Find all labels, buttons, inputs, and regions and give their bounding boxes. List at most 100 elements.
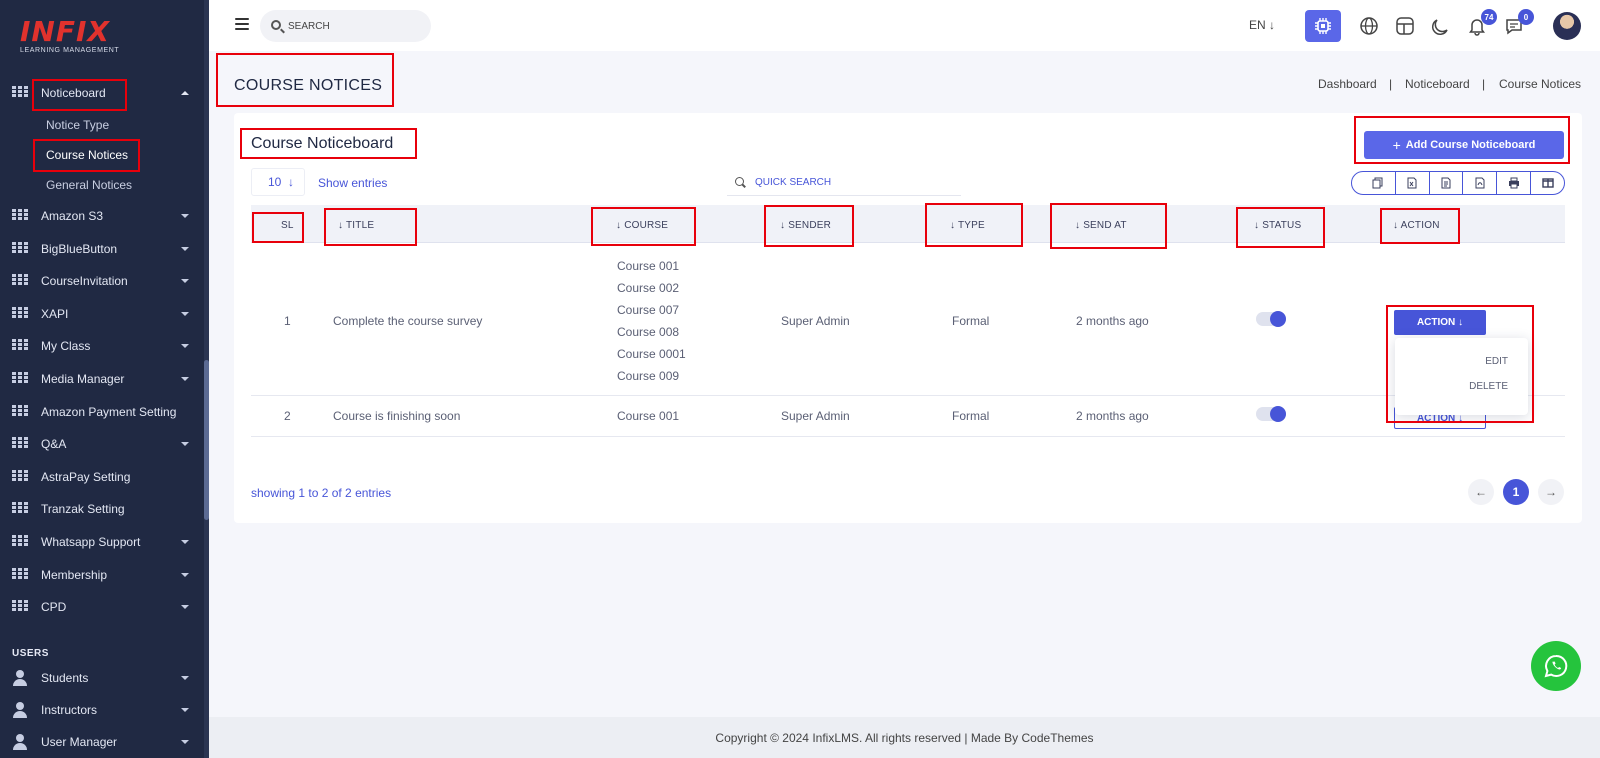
sidebar-item-instructors[interactable]: Instructors bbox=[0, 698, 204, 722]
language-selector[interactable]: EN ↓ bbox=[1249, 18, 1275, 32]
add-course-noticeboard-button[interactable]: + Add Course Noticeboard bbox=[1364, 131, 1564, 159]
grid-icon bbox=[12, 600, 28, 614]
column-header-sender[interactable]: ↓ SENDER bbox=[780, 220, 831, 231]
pdf-button[interactable] bbox=[1463, 172, 1498, 194]
brand-logo[interactable]: INFIX LEARNING MANAGEMENT bbox=[20, 15, 119, 55]
column-header-type[interactable]: ↓ TYPE bbox=[950, 220, 985, 231]
sidebar-item-media-manager[interactable]: Media Manager bbox=[0, 367, 204, 391]
column-header-send-at[interactable]: ↓ SEND AT bbox=[1075, 220, 1127, 231]
sidebar-item-tranzak-setting[interactable]: Tranzak Setting bbox=[0, 497, 204, 521]
sidebar-item-xapi[interactable]: XAPI bbox=[0, 302, 204, 326]
topbar: EN ↓ 74 0 bbox=[209, 0, 1600, 51]
chevron-down-icon bbox=[181, 605, 189, 609]
brand-name: INFIX bbox=[20, 15, 110, 48]
quick-search[interactable] bbox=[727, 168, 961, 196]
prev-page-button[interactable]: ← bbox=[1468, 479, 1494, 505]
chevron-down-icon bbox=[181, 247, 189, 251]
column-header-action[interactable]: ↓ ACTION bbox=[1393, 220, 1440, 231]
excel-button[interactable] bbox=[1396, 172, 1430, 194]
avatar[interactable] bbox=[1553, 12, 1581, 40]
sidebar-item-q-a[interactable]: Q&A bbox=[0, 432, 204, 456]
sidebar-item-cpd[interactable]: CPD bbox=[0, 595, 204, 619]
sidebar-item-membership[interactable]: Membership bbox=[0, 563, 204, 587]
whatsapp-button[interactable] bbox=[1531, 641, 1581, 691]
layout-icon[interactable] bbox=[1395, 16, 1415, 36]
print-button[interactable] bbox=[1497, 172, 1532, 194]
sidebar-subitem-general-notices[interactable]: General Notices bbox=[46, 178, 132, 192]
sidebar-item-label: My Class bbox=[41, 339, 91, 353]
sidebar-item-label: CourseInvitation bbox=[41, 274, 128, 288]
column-header-sl[interactable]: SL bbox=[281, 220, 294, 231]
grid-icon bbox=[12, 437, 28, 451]
cell-sender: Super Admin bbox=[781, 409, 850, 423]
cell-course: Course 007 bbox=[617, 303, 680, 317]
sidebar-scrollbar[interactable] bbox=[204, 0, 209, 758]
global-search[interactable] bbox=[260, 10, 431, 42]
cpu-button[interactable] bbox=[1305, 10, 1341, 42]
column-header-title[interactable]: ↓ TITLE bbox=[338, 220, 374, 231]
moon-icon[interactable] bbox=[1431, 16, 1451, 36]
search-input[interactable] bbox=[288, 18, 418, 34]
action-button[interactable]: ACTION ↓ bbox=[1394, 310, 1486, 335]
sidebar-item-amazon-s3[interactable]: Amazon S3 bbox=[0, 204, 204, 228]
sort-arrow-icon: ↓ bbox=[780, 220, 789, 231]
chevron-down-icon bbox=[181, 708, 189, 712]
chevron-down-icon bbox=[181, 573, 189, 577]
export-buttons bbox=[1351, 171, 1565, 195]
grid-icon bbox=[12, 339, 28, 353]
column-header-label: TYPE bbox=[958, 220, 985, 231]
grid-icon bbox=[12, 372, 28, 386]
cell-course: Course 008 bbox=[617, 325, 680, 339]
edit-menu-item[interactable]: EDIT bbox=[1485, 356, 1508, 367]
grid-icon bbox=[12, 307, 28, 321]
sidebar-item-whatsapp-support[interactable]: Whatsapp Support bbox=[0, 530, 204, 554]
sort-arrow-icon: ↓ bbox=[1393, 220, 1401, 231]
cell-course: Course 001 bbox=[617, 409, 680, 423]
column-header-label: STATUS bbox=[1262, 220, 1302, 231]
action-dropdown-menu: EDIT DELETE bbox=[1395, 338, 1528, 415]
column-visibility-button[interactable] bbox=[1531, 172, 1564, 194]
breadcrumb-noticeboard[interactable]: Noticeboard bbox=[1405, 77, 1470, 91]
sidebar-item-label: Q&A bbox=[41, 437, 67, 451]
action-button-label: ACTION bbox=[1416, 317, 1456, 328]
column-header-course[interactable]: ↓ COURSE bbox=[616, 220, 668, 231]
sidebar-item-noticeboard[interactable]: Noticeboard bbox=[0, 81, 204, 105]
sidebar-subitem-notice-type[interactable]: Notice Type bbox=[46, 118, 109, 132]
grid-icon bbox=[12, 209, 28, 223]
sidebar-item-user-manager[interactable]: User Manager bbox=[0, 730, 204, 754]
sidebar-scrollbar-thumb[interactable] bbox=[204, 360, 209, 520]
page-button[interactable]: 1 bbox=[1503, 479, 1529, 505]
sidebar-item-label: Students bbox=[41, 671, 89, 685]
status-toggle[interactable] bbox=[1256, 311, 1286, 327]
sidebar-item-courseinvitation[interactable]: CourseInvitation bbox=[0, 269, 204, 293]
sidebar-item-my-class[interactable]: My Class bbox=[0, 334, 204, 358]
sidebar-item-astrapay-setting[interactable]: AstraPay Setting bbox=[0, 465, 204, 489]
grid-icon bbox=[12, 535, 28, 549]
sidebar-item-label: Whatsapp Support bbox=[41, 535, 141, 549]
sidebar-item-students[interactable]: Students bbox=[0, 666, 204, 690]
entries-per-page-select[interactable]: 10 ↓ bbox=[251, 168, 305, 196]
add-button-label: Add Course Noticeboard bbox=[1405, 139, 1536, 151]
row-divider bbox=[251, 436, 1565, 437]
next-page-button[interactable]: → bbox=[1538, 479, 1564, 505]
menu-toggle-icon[interactable] bbox=[235, 18, 249, 30]
cell-sl: 2 bbox=[284, 409, 291, 423]
breadcrumb-separator: | bbox=[1389, 77, 1393, 91]
search-icon bbox=[271, 20, 281, 30]
csv-button[interactable] bbox=[1430, 172, 1464, 194]
column-header-label: SENDER bbox=[788, 220, 832, 231]
column-header-status[interactable]: ↓ STATUS bbox=[1254, 220, 1301, 231]
sidebar-item-bigbluebutton[interactable]: BigBlueButton bbox=[0, 237, 204, 261]
status-toggle[interactable] bbox=[1256, 406, 1286, 422]
globe-icon[interactable] bbox=[1359, 16, 1379, 36]
quick-search-input[interactable] bbox=[755, 174, 945, 190]
cell-type: Formal bbox=[952, 409, 990, 423]
copy-button[interactable] bbox=[1352, 172, 1396, 194]
cell-sl: 1 bbox=[284, 314, 291, 328]
sidebar-subitem-course-notices[interactable]: Course Notices bbox=[46, 148, 128, 162]
breadcrumb-dashboard[interactable]: Dashboard bbox=[1318, 77, 1377, 91]
sidebar: INFIX LEARNING MANAGEMENT Noticeboard No… bbox=[0, 0, 209, 758]
delete-menu-item[interactable]: DELETE bbox=[1469, 381, 1508, 392]
file-csv-icon bbox=[1441, 177, 1451, 189]
sidebar-item-amazon-payment-setting[interactable]: Amazon Payment Setting bbox=[0, 400, 204, 424]
